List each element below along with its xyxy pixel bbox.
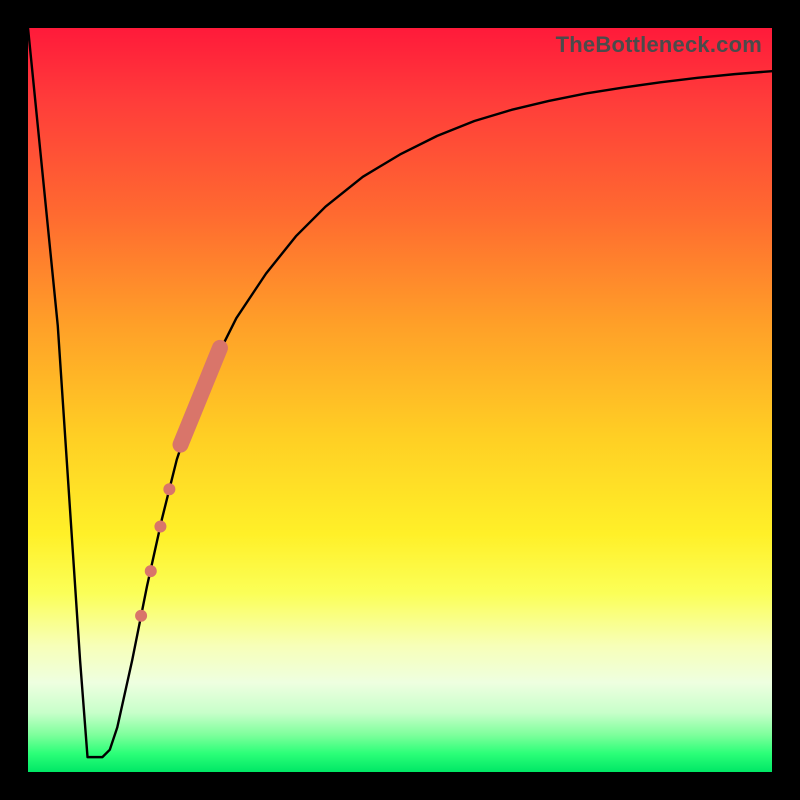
- curve-marker-dot: [145, 565, 157, 577]
- bottleneck-curve-svg: [28, 28, 772, 772]
- curve-marker-dot: [154, 520, 166, 532]
- chart-plot-area: TheBottleneck.com: [28, 28, 772, 772]
- chart-frame: TheBottleneck.com: [0, 0, 800, 800]
- curve-marker-dot: [163, 483, 175, 495]
- bottleneck-curve-path: [28, 28, 772, 757]
- curve-marker-pill: [181, 348, 220, 445]
- curve-marker-dot: [135, 610, 147, 622]
